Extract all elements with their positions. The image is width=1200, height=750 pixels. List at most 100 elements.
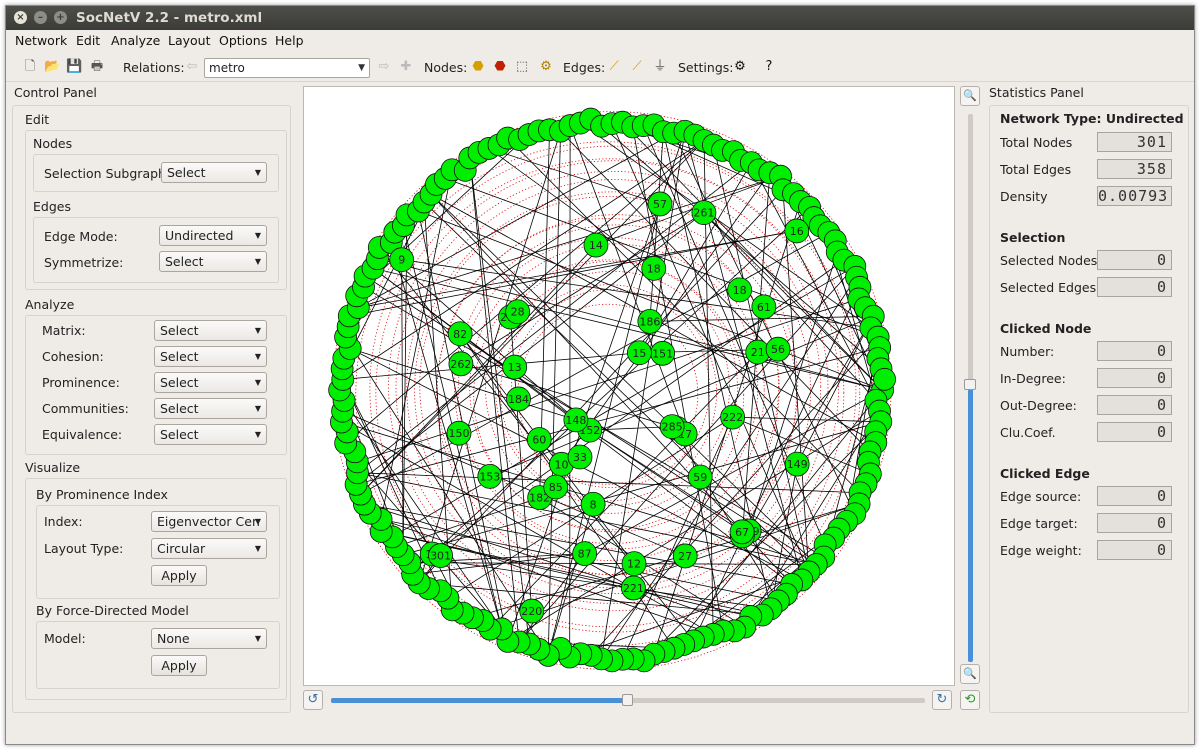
edge-source-value: 0 bbox=[1097, 486, 1172, 506]
graph-canvas[interactable]: 2122227221220219186182181851841531521491… bbox=[303, 86, 955, 686]
select-nodes-icon[interactable]: ⬚ bbox=[514, 59, 530, 75]
node-label: 151 bbox=[652, 347, 673, 360]
graph-edge[interactable] bbox=[671, 426, 779, 602]
add-node-icon[interactable]: ⬣ bbox=[470, 59, 486, 75]
reset-icon: ⟲ bbox=[964, 692, 976, 707]
graph-edge[interactable] bbox=[595, 175, 781, 246]
rotate-right-button[interactable]: ↻ bbox=[932, 690, 952, 710]
model-select[interactable]: None ▼ bbox=[151, 628, 267, 649]
clu-coef-label: Clu.Coef. bbox=[1000, 425, 1056, 440]
graph-edge[interactable] bbox=[357, 472, 861, 494]
edges-group-title: Edges bbox=[33, 199, 71, 214]
selection-subgraph-select[interactable]: Select ▼ bbox=[161, 162, 267, 183]
remove-edge-icon[interactable]: ⟋ bbox=[629, 59, 645, 75]
whats-this-help-icon[interactable]: ? bbox=[761, 59, 777, 75]
chevron-down-icon: ▼ bbox=[254, 352, 261, 361]
zoom-slider-handle[interactable] bbox=[964, 379, 976, 390]
menu-bar: Network Edit Analyze Layout Options Help bbox=[6, 30, 1194, 51]
previous-relation-icon[interactable]: ⇦ bbox=[184, 59, 200, 75]
selected-edges-value: 0 bbox=[1097, 277, 1172, 297]
close-icon[interactable]: × bbox=[14, 11, 27, 24]
print-icon[interactable]: 🖶 bbox=[89, 59, 105, 75]
communities-label: Communities: bbox=[42, 401, 129, 416]
title-bar: × – + SocNetV 2.2 - metro.xml bbox=[6, 6, 1194, 30]
graph-edge[interactable] bbox=[748, 251, 838, 532]
minimize-icon[interactable]: – bbox=[34, 11, 47, 24]
rotate-slider-handle[interactable] bbox=[622, 694, 633, 706]
save-icon[interactable]: 💾 bbox=[66, 59, 82, 75]
graph-edge[interactable] bbox=[488, 148, 654, 269]
toolbar: 🗋 📂 💾 🖶 Relations: ⇦ metro ▼ ⇨ ✚ Nodes: ⬣… bbox=[6, 52, 1194, 82]
filter-edges-icon[interactable]: ⏚ bbox=[652, 59, 668, 75]
layout-type-label: Layout Type: bbox=[44, 541, 124, 556]
node-label: 221 bbox=[623, 582, 644, 595]
zoom-out-button[interactable]: 🔍 bbox=[960, 664, 980, 684]
menu-help[interactable]: Help bbox=[275, 33, 304, 48]
reset-view-button[interactable]: ⟲ bbox=[960, 690, 980, 710]
prominence-label: Prominence: bbox=[42, 375, 120, 390]
rotate-slider-fill bbox=[331, 698, 628, 703]
by-force-title: By Force-Directed Model bbox=[36, 603, 189, 618]
menu-analyze[interactable]: Analyze bbox=[111, 33, 160, 48]
apply-prominence-button[interactable]: Apply bbox=[151, 565, 207, 586]
open-file-icon[interactable]: 📂 bbox=[44, 59, 60, 75]
model-label: Model: bbox=[44, 631, 86, 646]
maximize-icon[interactable]: + bbox=[54, 11, 67, 24]
symmetrize-select[interactable]: Select ▼ bbox=[159, 251, 267, 272]
cohesion-select[interactable]: Select ▼ bbox=[154, 346, 267, 367]
node-label: 82 bbox=[453, 328, 467, 341]
graph-edge[interactable] bbox=[601, 131, 686, 659]
chevron-down-icon: ▼ bbox=[254, 378, 261, 387]
settings-label: Settings: bbox=[678, 59, 734, 75]
equivalence-select[interactable]: Select ▼ bbox=[154, 424, 267, 445]
menu-edit[interactable]: Edit bbox=[76, 33, 100, 48]
graph-node[interactable] bbox=[873, 367, 896, 391]
zoom-in-button[interactable]: 🔍 bbox=[960, 86, 980, 106]
settings-gear-icon[interactable]: ⚙ bbox=[732, 59, 748, 75]
total-edges-value: 358 bbox=[1097, 159, 1172, 179]
edge-mode-select[interactable]: Undirected ▼ bbox=[159, 225, 267, 246]
graph-edge[interactable] bbox=[431, 259, 845, 555]
prominence-select[interactable]: Select ▼ bbox=[154, 372, 267, 393]
node-properties-icon[interactable]: ⚙ bbox=[538, 59, 554, 75]
next-relation-icon[interactable]: ⇨ bbox=[376, 59, 392, 75]
apply-force-button[interactable]: Apply bbox=[151, 655, 207, 676]
communities-select[interactable]: Select ▼ bbox=[154, 398, 267, 419]
add-edge-icon[interactable]: ⟋ bbox=[606, 59, 622, 75]
chevron-down-icon: ▼ bbox=[254, 430, 261, 439]
matrix-label: Matrix: bbox=[42, 323, 86, 338]
add-relation-icon[interactable]: ✚ bbox=[398, 59, 414, 75]
graph-edge[interactable] bbox=[569, 125, 686, 435]
relation-combobox[interactable]: metro ▼ bbox=[204, 58, 370, 78]
nodes-label: Nodes: bbox=[424, 59, 468, 75]
edge-weight-label: Edge weight: bbox=[1000, 543, 1082, 558]
graph-edge[interactable] bbox=[589, 429, 743, 533]
in-degree-value: 0 bbox=[1097, 368, 1172, 388]
index-select[interactable]: Eigenvector Cen ▼ bbox=[151, 511, 267, 532]
layout-type-select[interactable]: Circular ▼ bbox=[151, 538, 267, 559]
prominence-value: Select bbox=[160, 375, 199, 390]
by-prominence-title: By Prominence Index bbox=[36, 487, 168, 502]
new-file-icon[interactable]: 🗋 bbox=[22, 59, 38, 75]
edge-target-value: 0 bbox=[1097, 513, 1172, 533]
nodes-group-title: Nodes bbox=[33, 136, 73, 151]
matrix-select[interactable]: Select ▼ bbox=[154, 320, 267, 341]
menu-layout[interactable]: Layout bbox=[168, 33, 211, 48]
menu-network[interactable]: Network bbox=[15, 33, 67, 48]
node-label: 87 bbox=[578, 548, 592, 561]
node-label: 150 bbox=[449, 427, 470, 440]
graph-edge[interactable] bbox=[489, 315, 874, 477]
network-graph[interactable]: 2122227221220219186182181851841531521491… bbox=[304, 87, 954, 685]
node-label: 12 bbox=[627, 558, 641, 571]
node-label: 21 bbox=[751, 346, 765, 359]
menu-options[interactable]: Options bbox=[219, 33, 267, 48]
rotate-left-button[interactable]: ↺ bbox=[303, 690, 323, 710]
chevron-down-icon: ▼ bbox=[254, 168, 261, 177]
equivalence-value: Select bbox=[160, 427, 199, 442]
network-type-label: Network Type: Undirected bbox=[1000, 111, 1184, 126]
density-value: 0.00793 bbox=[1097, 186, 1172, 206]
chevron-down-icon: ▼ bbox=[254, 326, 261, 335]
chevron-down-icon: ▼ bbox=[254, 404, 261, 413]
remove-node-icon[interactable]: ⬣ bbox=[492, 59, 508, 75]
graph-edge[interactable] bbox=[590, 336, 879, 656]
